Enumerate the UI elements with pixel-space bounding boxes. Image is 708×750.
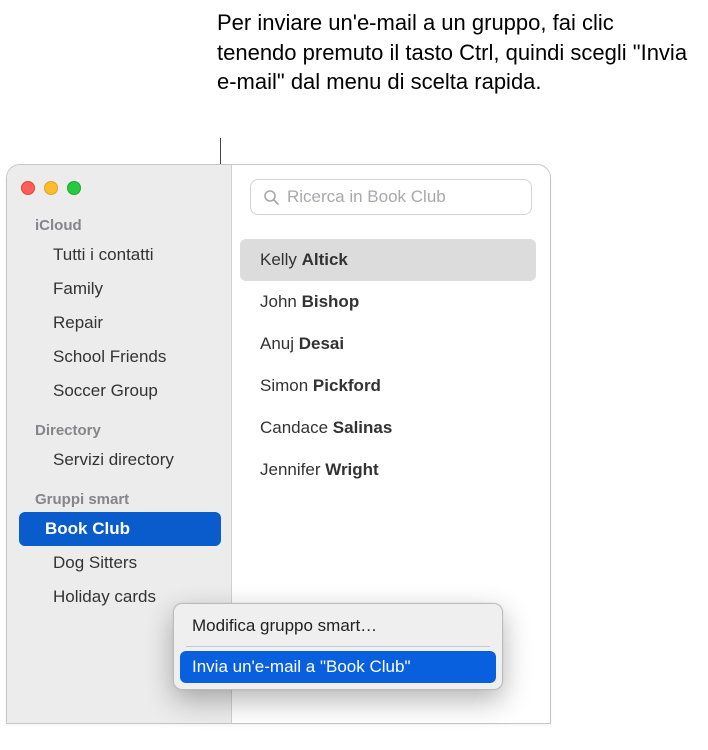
contact-first-name: Candace (260, 418, 333, 437)
minimize-window-button[interactable] (44, 181, 58, 195)
sidebar-item[interactable]: Dog Sitters (15, 546, 223, 580)
contact-row[interactable]: Anuj Desai (240, 323, 536, 365)
contact-row[interactable]: Kelly Altick (240, 239, 536, 281)
context-menu-item[interactable]: Modifica gruppo smart… (180, 610, 496, 642)
sidebar-section-header: Gruppi smart (7, 485, 231, 512)
sidebar-item[interactable]: Book Club (19, 512, 221, 546)
contact-first-name: Anuj (260, 334, 299, 353)
fullscreen-window-button[interactable] (67, 181, 81, 195)
help-callout: Per inviare un'e-mail a un gruppo, fai c… (217, 8, 697, 97)
contact-last-name: Altick (302, 250, 348, 269)
sidebar-item[interactable]: Soccer Group (15, 374, 223, 408)
sidebar-item[interactable]: School Friends (15, 340, 223, 374)
window-controls (7, 175, 231, 211)
context-menu: Modifica gruppo smart… Invia un'e-mail a … (173, 603, 503, 690)
sidebar-item[interactable]: Repair (15, 306, 223, 340)
contact-row[interactable]: Jennifer Wright (240, 449, 536, 491)
contact-first-name: Kelly (260, 250, 302, 269)
contact-first-name: Jennifer (260, 460, 325, 479)
context-menu-item[interactable]: Invia un'e-mail a "Book Club" (180, 651, 496, 683)
contact-row[interactable]: John Bishop (240, 281, 536, 323)
sidebar-item[interactable]: Tutti i contatti (15, 238, 223, 272)
contact-last-name: Bishop (302, 292, 360, 311)
contact-last-name: Pickford (313, 376, 381, 395)
sidebar-section-header: iCloud (7, 211, 231, 238)
sidebar-section-header: Directory (7, 416, 231, 443)
contact-list: Kelly AltickJohn BishopAnuj DesaiSimon P… (232, 239, 550, 491)
search-field[interactable] (250, 179, 532, 215)
contact-row[interactable]: Candace Salinas (240, 407, 536, 449)
menu-separator (186, 646, 490, 647)
search-icon (263, 189, 279, 205)
sidebar-item[interactable]: Servizi directory (15, 443, 223, 477)
close-window-button[interactable] (21, 181, 35, 195)
contact-last-name: Desai (299, 334, 344, 353)
sidebar-item[interactable]: Family (15, 272, 223, 306)
contact-row[interactable]: Simon Pickford (240, 365, 536, 407)
contact-last-name: Salinas (333, 418, 393, 437)
search-input[interactable] (287, 187, 519, 207)
contact-first-name: John (260, 292, 302, 311)
contact-last-name: Wright (325, 460, 379, 479)
contact-first-name: Simon (260, 376, 313, 395)
